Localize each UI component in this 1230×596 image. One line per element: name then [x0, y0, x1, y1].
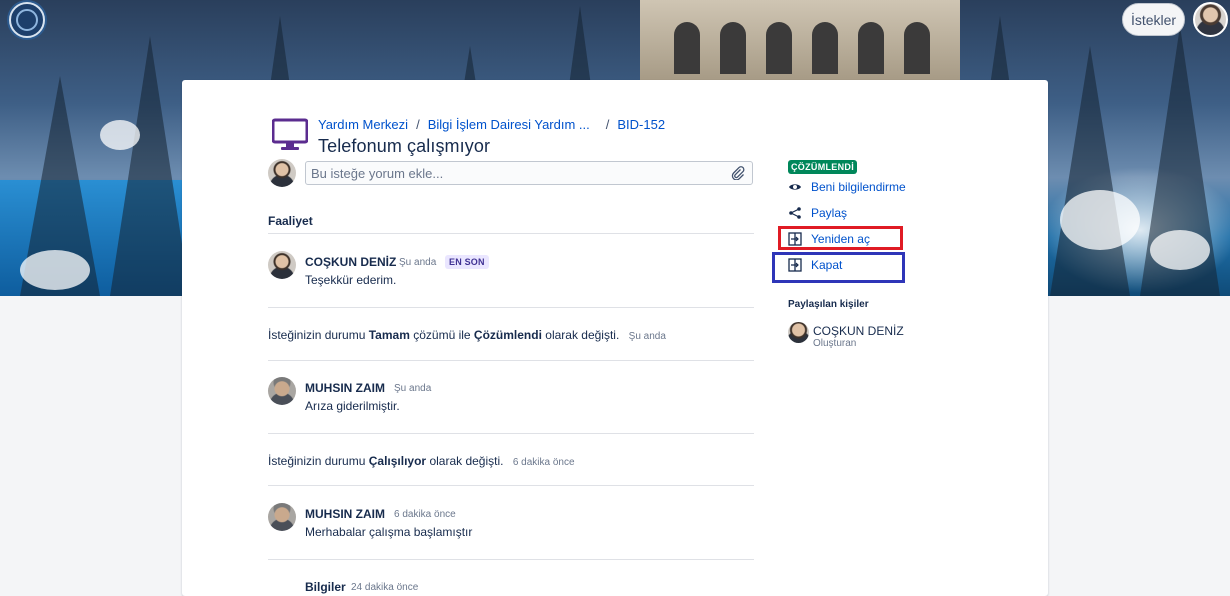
eye-icon: [789, 184, 801, 190]
comment-input[interactable]: [305, 161, 753, 185]
computer-icon: [272, 118, 308, 150]
shared-with-heading: Paylaşılan kişiler: [788, 299, 869, 310]
comment-body: Merhabalar çalışma başlamıştır: [305, 525, 473, 539]
comment-body: Arıza giderilmiştir.: [305, 399, 400, 413]
comment-time: 24 dakika önce: [351, 582, 419, 593]
status-badge: ÇÖZÜMLENDİ: [788, 160, 857, 174]
divider: [268, 360, 754, 361]
share-label: Paylaş: [811, 206, 848, 220]
avatar: [268, 377, 296, 405]
current-user-avatar: [268, 159, 296, 187]
latest-badge: EN SON: [445, 255, 489, 269]
notify-toggle-button[interactable]: Beni bilgilendirme: [788, 180, 906, 194]
comment-body: Teşekkür ederim.: [305, 273, 397, 287]
share-icon: [789, 207, 801, 219]
divider: [268, 485, 754, 486]
requests-button[interactable]: İstekler: [1122, 3, 1185, 36]
user-avatar[interactable]: [1193, 2, 1228, 37]
divider: [268, 233, 754, 234]
page-title: Telefonum çalışmıyor: [318, 136, 491, 156]
shared-person-avatar: [788, 322, 809, 343]
info-entry-author: Bilgiler: [305, 580, 346, 594]
comment-time: Şu anda: [399, 257, 437, 268]
comment-author: MUHSIN ZAIM: [305, 507, 385, 521]
breadcrumb-issue-key[interactable]: BID-152: [617, 117, 665, 132]
status-change-entry: İsteğinizin durumu Çalışılıyor olarak de…: [268, 454, 575, 468]
highlight-box-blue: [772, 252, 905, 283]
comment-author: MUHSIN ZAIM: [305, 381, 385, 395]
divider: [268, 433, 754, 434]
activity-heading: Faaliyet: [268, 214, 313, 228]
avatar: [268, 251, 296, 279]
status-change-entry: İsteğinizin durumu Tamam çözümü ile Çözü…: [268, 328, 666, 342]
share-button[interactable]: Paylaş: [788, 206, 847, 220]
comment-time: Şu anda: [394, 383, 432, 394]
highlight-box-red: [778, 226, 903, 250]
notify-label: Beni bilgilendirme: [811, 180, 906, 194]
paperclip-icon[interactable]: [731, 166, 745, 180]
avatar: [268, 503, 296, 531]
university-logo[interactable]: [9, 2, 45, 38]
banner-building: [640, 0, 960, 80]
breadcrumb-help-center[interactable]: Yardım Merkezi: [318, 117, 408, 132]
breadcrumb-service-desk[interactable]: Bilgi İşlem Dairesi Yardım ...: [428, 117, 590, 132]
breadcrumb: Yardım Merkezi / Bilgi İşlem Dairesi Yar…: [318, 117, 666, 132]
divider: [268, 307, 754, 308]
divider: [268, 559, 754, 560]
comment-author: COŞKUN DENİZ: [305, 255, 397, 269]
shared-person-name: COŞKUN DENİZ: [813, 324, 904, 338]
comment-time: 6 dakika önce: [394, 509, 456, 520]
shared-person-role: Oluşturan: [813, 338, 857, 349]
